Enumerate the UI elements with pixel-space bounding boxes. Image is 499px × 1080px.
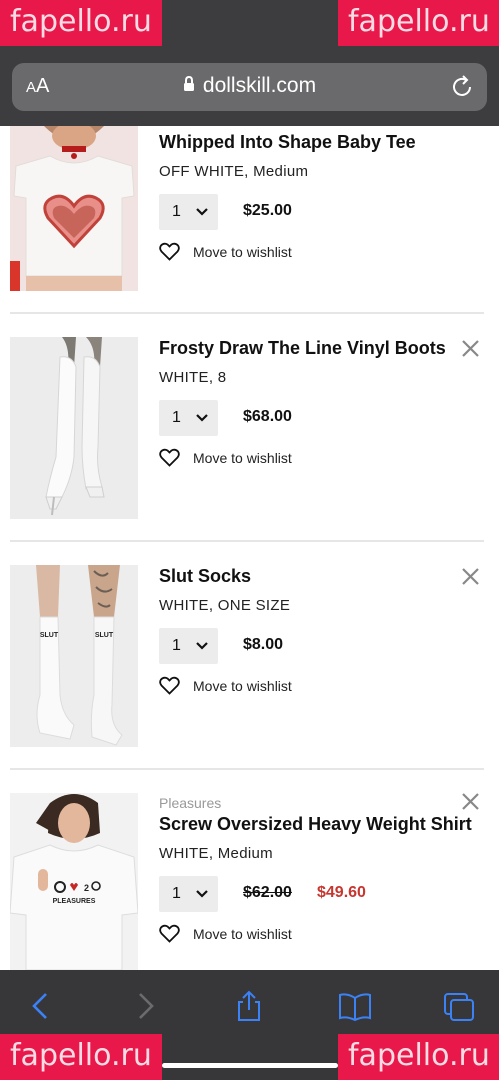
heart-icon: [159, 448, 180, 467]
close-icon[interactable]: [462, 793, 479, 810]
socks-photo: SLUT SLUT: [10, 565, 138, 747]
lock-icon: [183, 76, 194, 92]
product-price: $68.00: [243, 408, 292, 425]
product-name[interactable]: Frosty Draw The Line Vinyl Boots: [159, 338, 446, 359]
reload-icon[interactable]: [449, 74, 475, 100]
watermark: fapello.ru: [338, 1034, 499, 1080]
product-name[interactable]: Slut Socks: [159, 566, 251, 587]
back-icon[interactable]: [24, 990, 60, 1022]
move-to-wishlist-button[interactable]: Move to wishlist: [159, 924, 309, 946]
chevron-down-icon: [196, 414, 208, 422]
cart-list: Whipped Into Shape Baby Tee OFF WHITE, M…: [0, 126, 499, 970]
svg-text:2: 2: [84, 883, 89, 893]
watermark: fapello.ru: [0, 1034, 162, 1080]
heart-icon: [159, 924, 180, 943]
quantity-value: 1: [172, 409, 181, 426]
product-price: $25.00: [243, 202, 292, 219]
home-indicator: [162, 1063, 338, 1068]
original-price: $62.00: [243, 884, 292, 901]
close-icon[interactable]: [462, 568, 479, 585]
cart-item: Frosty Draw The Line Vinyl Boots WHITE, …: [0, 314, 499, 542]
sock-print-right: SLUT: [95, 632, 114, 639]
wishlist-label: Move to wishlist: [193, 450, 292, 466]
url-text: dollskill.com: [202, 74, 317, 97]
cart-item: 2 PLEASURES Pleasures Screw Oversized He…: [0, 770, 499, 970]
quantity-select[interactable]: 1: [159, 400, 218, 436]
watermark: fapello.ru: [338, 0, 499, 46]
cart-item: SLUT SLUT Slut Socks WHITE, ONE SIZE 1 $…: [0, 542, 499, 770]
move-to-wishlist-button[interactable]: Move to wishlist: [159, 676, 309, 698]
move-to-wishlist-button[interactable]: Move to wishlist: [159, 448, 309, 470]
tabs-icon[interactable]: [441, 990, 477, 1022]
tee-photo: [10, 126, 138, 291]
address-bar[interactable]: AA dollskill.com: [12, 63, 487, 111]
product-price: $8.00: [243, 636, 284, 653]
share-icon[interactable]: [231, 990, 267, 1022]
wishlist-label: Move to wishlist: [193, 244, 292, 260]
wishlist-label: Move to wishlist: [193, 926, 292, 942]
wishlist-label: Move to wishlist: [193, 678, 292, 694]
cart-item: Whipped Into Shape Baby Tee OFF WHITE, M…: [0, 126, 499, 314]
shirt-photo: 2 PLEASURES: [10, 793, 138, 970]
chevron-down-icon: [196, 208, 208, 216]
quantity-value: 1: [172, 203, 181, 220]
product-image[interactable]: [10, 337, 138, 519]
product-brand[interactable]: Pleasures: [159, 795, 221, 811]
sale-price: $49.60: [317, 884, 366, 901]
move-to-wishlist-button[interactable]: Move to wishlist: [159, 242, 309, 264]
chevron-down-icon: [196, 642, 208, 650]
quantity-select[interactable]: 1: [159, 628, 218, 664]
product-image[interactable]: SLUT SLUT: [10, 565, 138, 747]
product-name[interactable]: Screw Oversized Heavy Weight Shirt: [159, 814, 472, 835]
sock-print-left: SLUT: [40, 632, 59, 639]
product-variant: OFF WHITE, Medium: [159, 163, 309, 180]
quantity-select[interactable]: 1: [159, 876, 218, 912]
product-variant: WHITE, ONE SIZE: [159, 597, 291, 614]
url-display[interactable]: dollskill.com: [12, 74, 487, 98]
heart-icon: [159, 242, 180, 261]
product-variant: WHITE, Medium: [159, 845, 273, 862]
forward-icon[interactable]: [126, 990, 162, 1022]
bookmarks-icon[interactable]: [337, 990, 373, 1022]
product-image[interactable]: [10, 126, 138, 291]
quantity-value: 1: [172, 885, 181, 902]
quantity-value: 1: [172, 637, 181, 654]
quantity-select[interactable]: 1: [159, 194, 218, 230]
boots-photo: [10, 337, 138, 519]
product-name[interactable]: Whipped Into Shape Baby Tee: [159, 132, 416, 153]
heart-icon: [159, 676, 180, 695]
close-icon[interactable]: [462, 340, 479, 357]
chevron-down-icon: [196, 890, 208, 898]
watermark: fapello.ru: [0, 0, 162, 46]
shirt-print: PLEASURES: [53, 898, 96, 905]
product-image[interactable]: 2 PLEASURES: [10, 793, 138, 970]
product-variant: WHITE, 8: [159, 369, 227, 386]
